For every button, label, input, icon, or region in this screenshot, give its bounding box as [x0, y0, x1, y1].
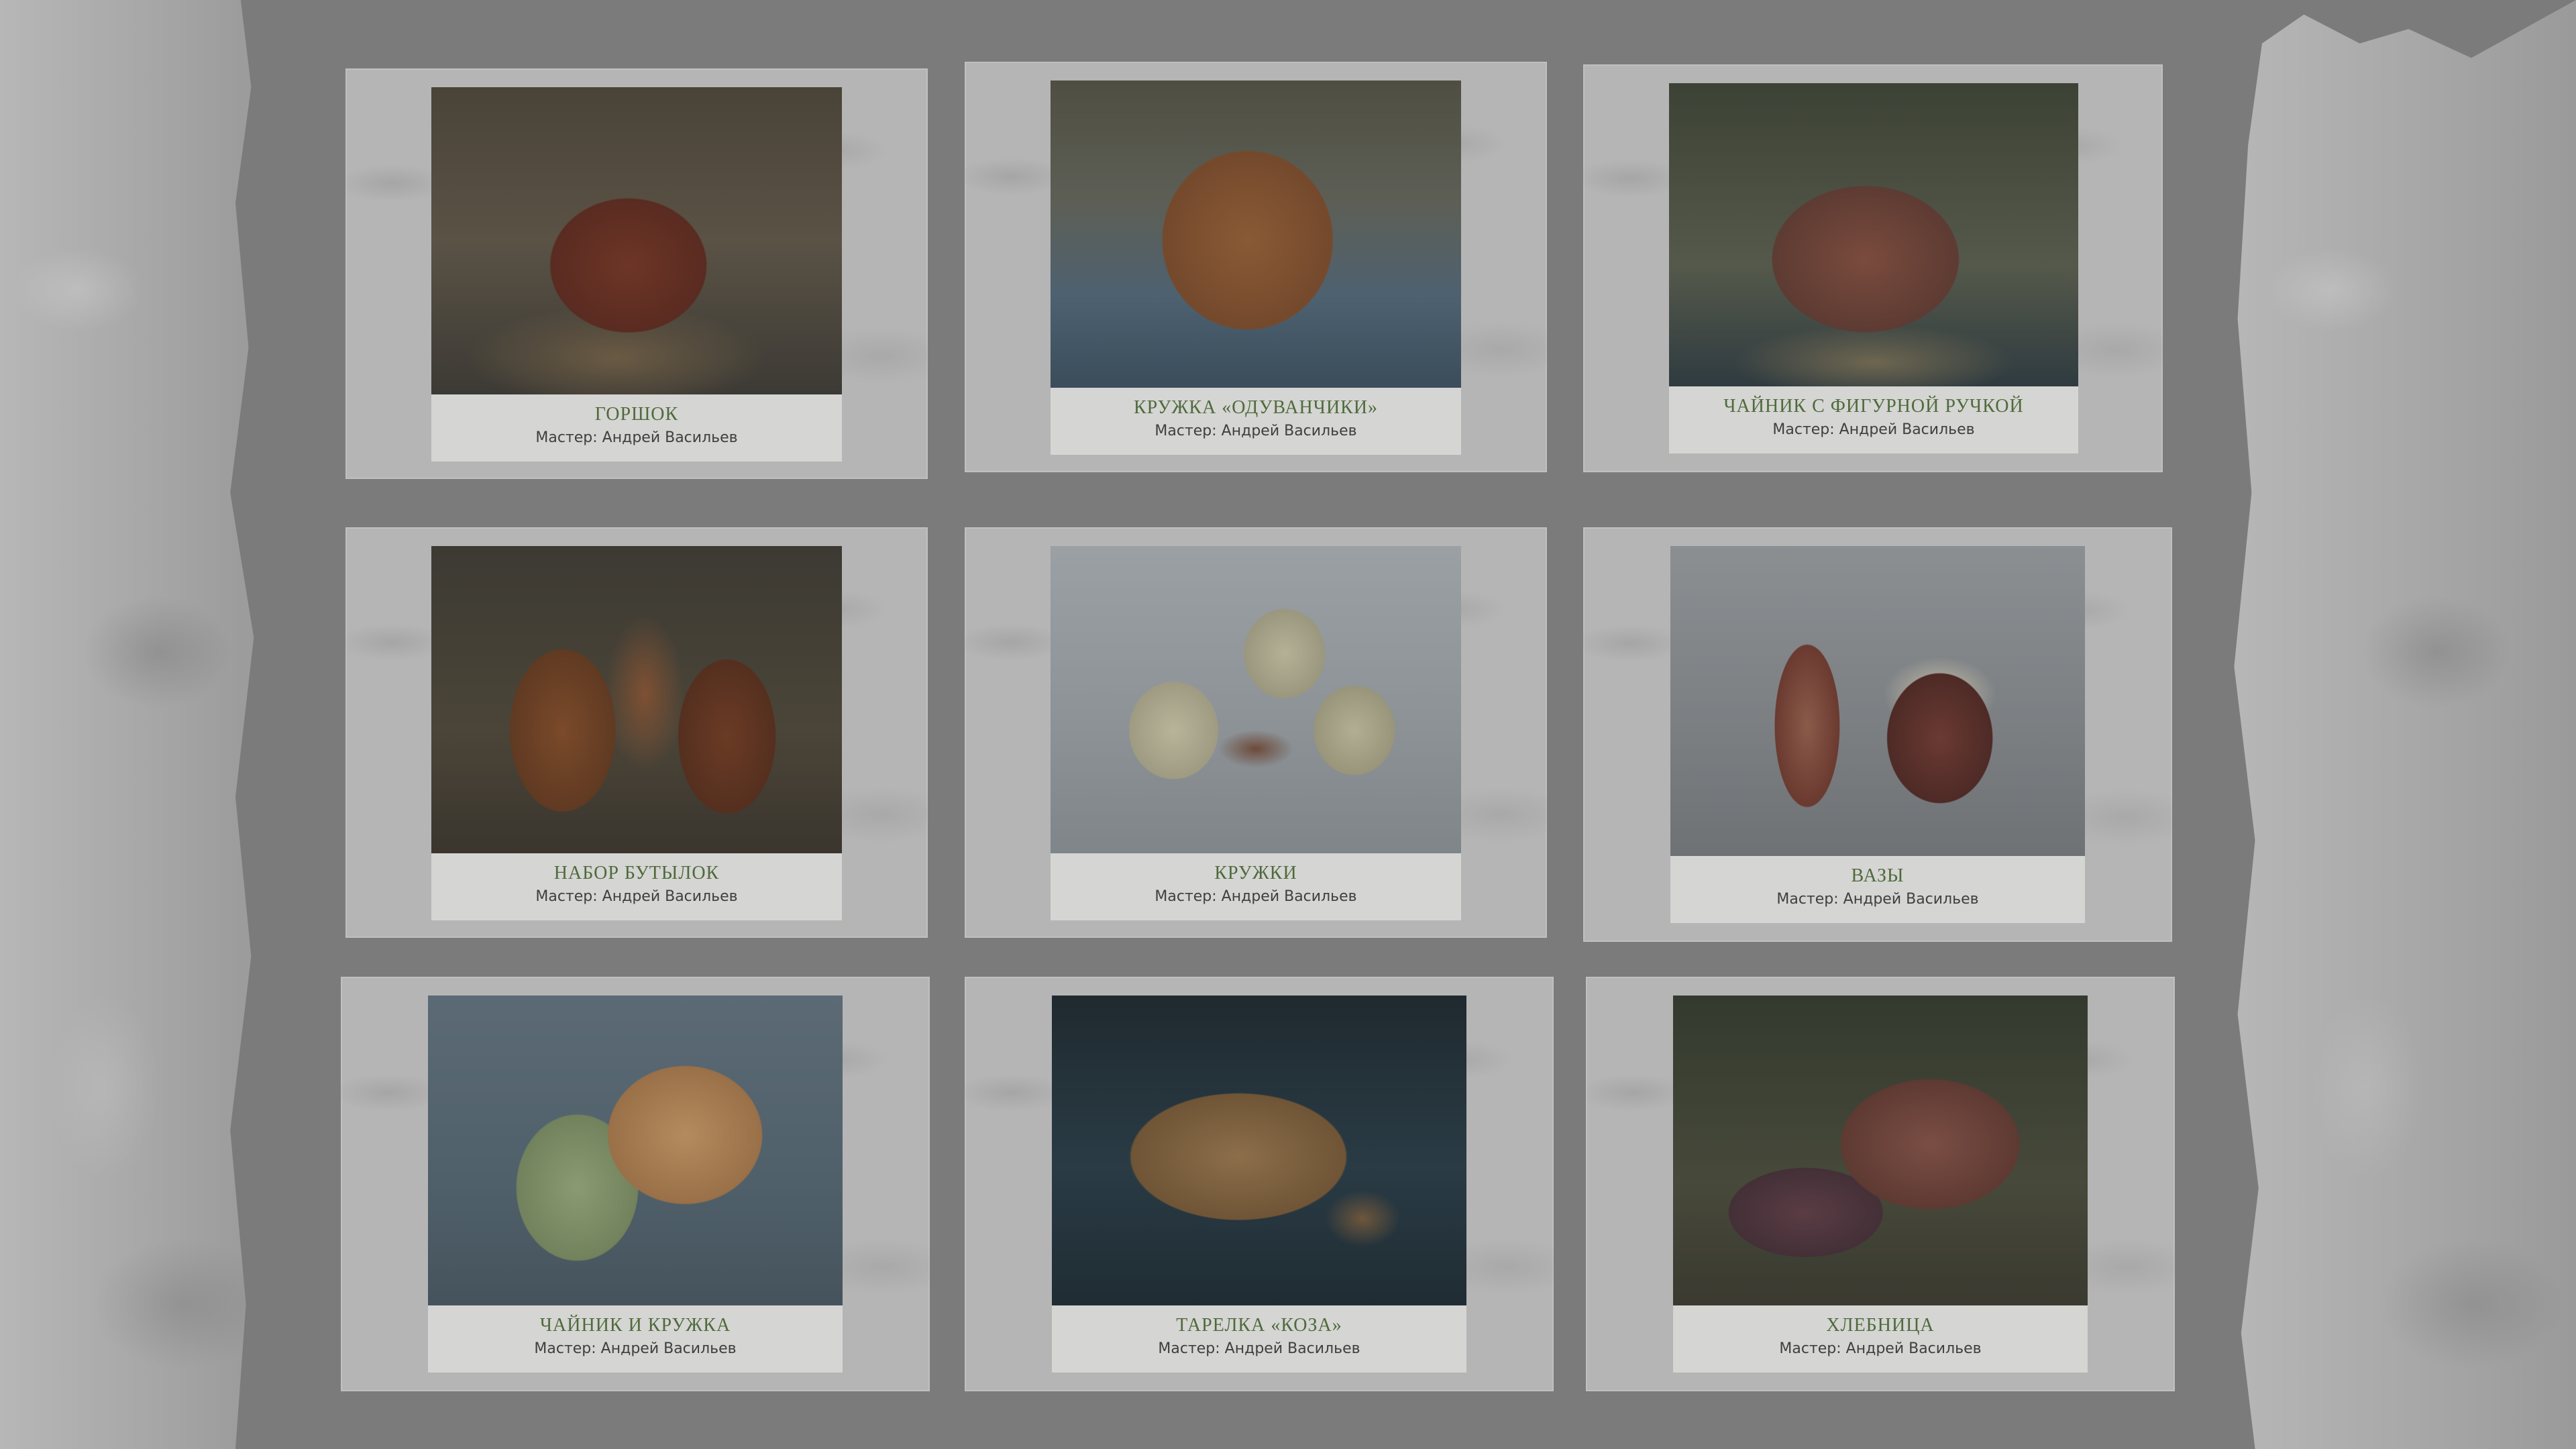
product-card-breadbox[interactable]: ХЛЕБНИЦА Мастер: Андрей Васильев — [1586, 977, 2175, 1391]
product-card-bottles[interactable]: НАБОР БУТЫЛОК Мастер: Андрей Васильев — [345, 527, 928, 938]
product-photo-teapot-mug[interactable] — [428, 996, 843, 1305]
product-card-mugs[interactable]: КРУЖКИ Мастер: Андрей Васильев — [965, 527, 1547, 938]
product-title: ГОРШОК — [594, 404, 679, 425]
product-card-plate-goat[interactable]: ТАРЕЛКА «КОЗА» Мастер: Андрей Васильев — [965, 977, 1554, 1391]
product-title: КРУЖКИ — [1214, 863, 1297, 883]
product-master: Мастер: Андрей Васильев — [535, 429, 738, 446]
product-photo-teapot-handle[interactable] — [1669, 83, 2078, 386]
product-title: ЧАЙНИК И КРУЖКА — [539, 1315, 731, 1336]
product-title: ТАРЕЛКА «КОЗА» — [1176, 1315, 1342, 1336]
product-master: Мастер: Андрей Васильев — [1155, 888, 1357, 905]
product-card-gorshok[interactable]: ГОРШОК Мастер: Андрей Васильев — [345, 68, 928, 479]
product-card-vases[interactable]: ВАЗЫ Мастер: Андрей Васильев — [1583, 527, 2172, 942]
product-master: Мастер: Андрей Васильев — [1779, 1340, 1982, 1357]
product-master: Мастер: Андрей Васильев — [1155, 423, 1357, 439]
product-caption: НАБОР БУТЫЛОК Мастер: Андрей Васильев — [431, 853, 842, 920]
product-caption: ГОРШОК Мастер: Андрей Васильев — [431, 394, 842, 462]
product-master: Мастер: Андрей Васильев — [1158, 1340, 1360, 1357]
product-card-teapot-handle[interactable]: ЧАЙНИК С ФИГУРНОЙ РУЧКОЙ Мастер: Андрей … — [1583, 64, 2163, 472]
product-caption: ХЛЕБНИЦА Мастер: Андрей Васильев — [1673, 1305, 2088, 1373]
product-master: Мастер: Андрей Васильев — [534, 1340, 737, 1357]
product-title: ЧАЙНИК С ФИГУРНОЙ РУЧКОЙ — [1723, 396, 2024, 417]
product-photo-mugs[interactable] — [1051, 546, 1461, 853]
product-master: Мастер: Андрей Васильев — [535, 888, 738, 905]
product-photo-breadbox[interactable] — [1673, 996, 2088, 1305]
product-photo-bottles[interactable] — [431, 546, 842, 853]
product-caption: ЧАЙНИК С ФИГУРНОЙ РУЧКОЙ Мастер: Андрей … — [1669, 386, 2078, 453]
product-caption: ТАРЕЛКА «КОЗА» Мастер: Андрей Васильев — [1052, 1305, 1466, 1373]
product-master: Мастер: Андрей Васильев — [1772, 421, 1975, 438]
product-title: НАБОР БУТЫЛОК — [553, 863, 720, 883]
product-card-odua[interactable]: КРУЖКА «ОДУВАНЧИКИ» Мастер: Андрей Васил… — [965, 62, 1547, 472]
product-photo-gorshok[interactable] — [431, 87, 842, 394]
product-title: КРУЖКА «ОДУВАНЧИКИ» — [1133, 397, 1379, 418]
product-caption: КРУЖКИ Мастер: Андрей Васильев — [1051, 853, 1461, 920]
product-title: ВАЗЫ — [1851, 865, 1904, 886]
product-photo-plate-goat[interactable] — [1052, 996, 1466, 1305]
product-photo-vases[interactable] — [1670, 546, 2085, 856]
product-photo-odua[interactable] — [1051, 80, 1461, 388]
product-title: ХЛЕБНИЦА — [1826, 1315, 1935, 1336]
stone-decoration-left — [0, 0, 254, 1449]
stone-decoration-right — [2234, 0, 2576, 1449]
product-card-teapot-mug[interactable]: ЧАЙНИК И КРУЖКА Мастер: Андрей Васильев — [341, 977, 930, 1391]
product-caption: ЧАЙНИК И КРУЖКА Мастер: Андрей Васильев — [428, 1305, 843, 1373]
product-caption: ВАЗЫ Мастер: Андрей Васильев — [1670, 856, 2085, 923]
product-caption: КРУЖКА «ОДУВАНЧИКИ» Мастер: Андрей Васил… — [1051, 388, 1461, 455]
product-master: Мастер: Андрей Васильев — [1776, 891, 1979, 908]
